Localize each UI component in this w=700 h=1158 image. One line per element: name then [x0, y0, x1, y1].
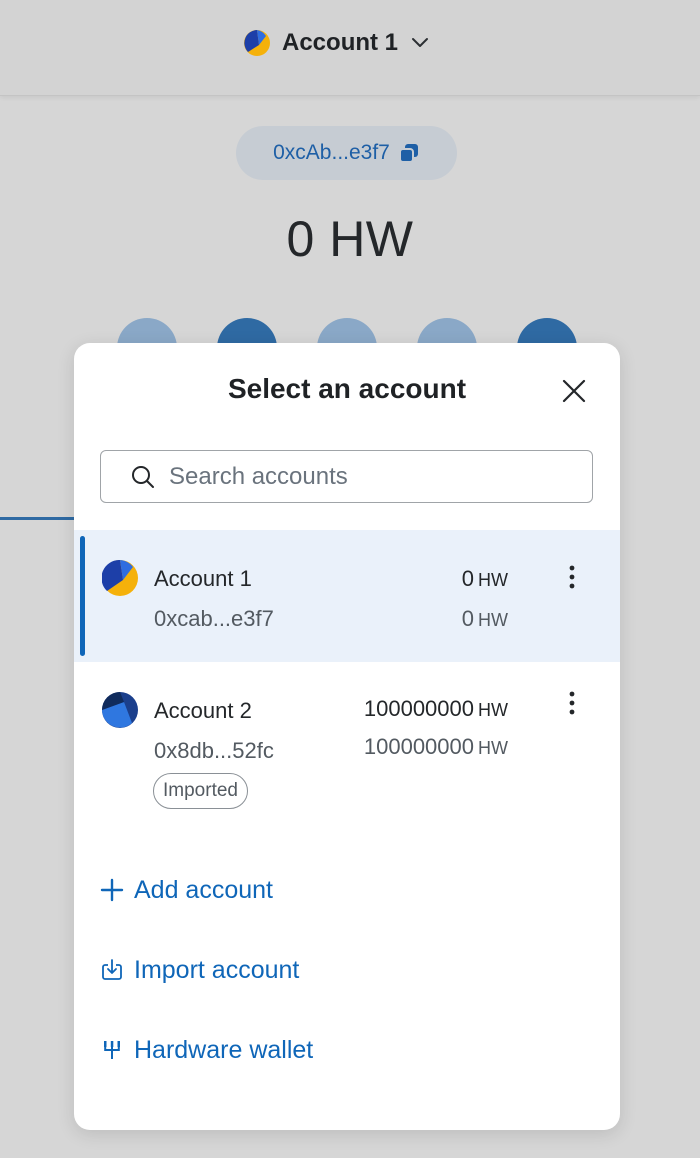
- account-picker-label: Account 1: [282, 29, 399, 56]
- search-input[interactable]: [169, 462, 549, 491]
- add-account-button[interactable]: Add account: [100, 870, 273, 910]
- kebab-menu-icon: [569, 691, 575, 715]
- account-balance-unit: HW: [478, 570, 508, 590]
- account-address: 0x8db...52fc: [154, 738, 274, 763]
- account-address: 0xcab...e3f7: [154, 606, 274, 631]
- account-name: Account 2: [154, 698, 252, 723]
- account-secondary-balance: 0 HW: [462, 606, 508, 632]
- account-avatar-icon: [244, 30, 270, 56]
- import-account-label: Import account: [134, 955, 300, 984]
- add-account-label: Add account: [134, 875, 273, 904]
- selected-indicator: [80, 536, 85, 656]
- search-field[interactable]: [100, 450, 593, 503]
- account-row[interactable]: Account 2 0x8db...52fc 100000000 HW 10000…: [74, 662, 620, 822]
- account-secondary-unit: HW: [478, 610, 508, 630]
- active-tab-indicator: [0, 517, 74, 520]
- close-button[interactable]: [556, 373, 592, 409]
- account-name: Account 1: [154, 566, 252, 591]
- account-avatar-icon: [102, 560, 138, 596]
- address-short: 0xcAb...e3f7: [273, 141, 390, 164]
- account-balance-value: 0: [461, 566, 474, 591]
- account-secondary-balance: 100000000 HW: [364, 734, 508, 760]
- plus-icon: [100, 878, 124, 902]
- wallet-balance: 0 HW: [286, 211, 414, 267]
- chevron-down-icon: [412, 38, 429, 47]
- account-secondary-value: 0: [461, 606, 474, 631]
- modal-title: Select an account: [227, 373, 467, 404]
- account-row[interactable]: Account 1 0xcab...e3f7 0 HW 0 HW: [74, 530, 620, 662]
- account-balance-unit: HW: [478, 700, 508, 720]
- account-options-button[interactable]: [562, 560, 582, 594]
- copy-icon: [398, 144, 418, 163]
- account-picker-button[interactable]: Account 1: [244, 26, 430, 60]
- address-copy-button[interactable]: 0xcAb...e3f7: [236, 126, 457, 180]
- search-icon: [132, 465, 154, 488]
- kebab-menu-icon: [569, 565, 575, 589]
- account-avatar-icon: [102, 692, 138, 728]
- hardware-wallet-label: Hardware wallet: [134, 1035, 314, 1064]
- account-balance-value: 100000000: [363, 696, 474, 721]
- usb-icon: [104, 1041, 120, 1059]
- account-secondary-unit: HW: [478, 738, 508, 758]
- account-options-button[interactable]: [562, 686, 582, 720]
- hardware-wallet-button[interactable]: Hardware wallet: [100, 1030, 313, 1070]
- account-secondary-value: 100000000: [363, 734, 474, 759]
- account-balance: 100000000 HW: [364, 696, 508, 722]
- account-balance: 0 HW: [462, 566, 508, 592]
- import-account-button[interactable]: Import account: [100, 950, 299, 990]
- imported-badge: Imported: [153, 773, 248, 809]
- download-icon: [102, 959, 122, 980]
- close-icon: [562, 379, 586, 403]
- top-bar: Account 1: [0, 0, 700, 96]
- select-account-modal: Select an account Account 1 0xcab...e3f7…: [74, 343, 620, 1130]
